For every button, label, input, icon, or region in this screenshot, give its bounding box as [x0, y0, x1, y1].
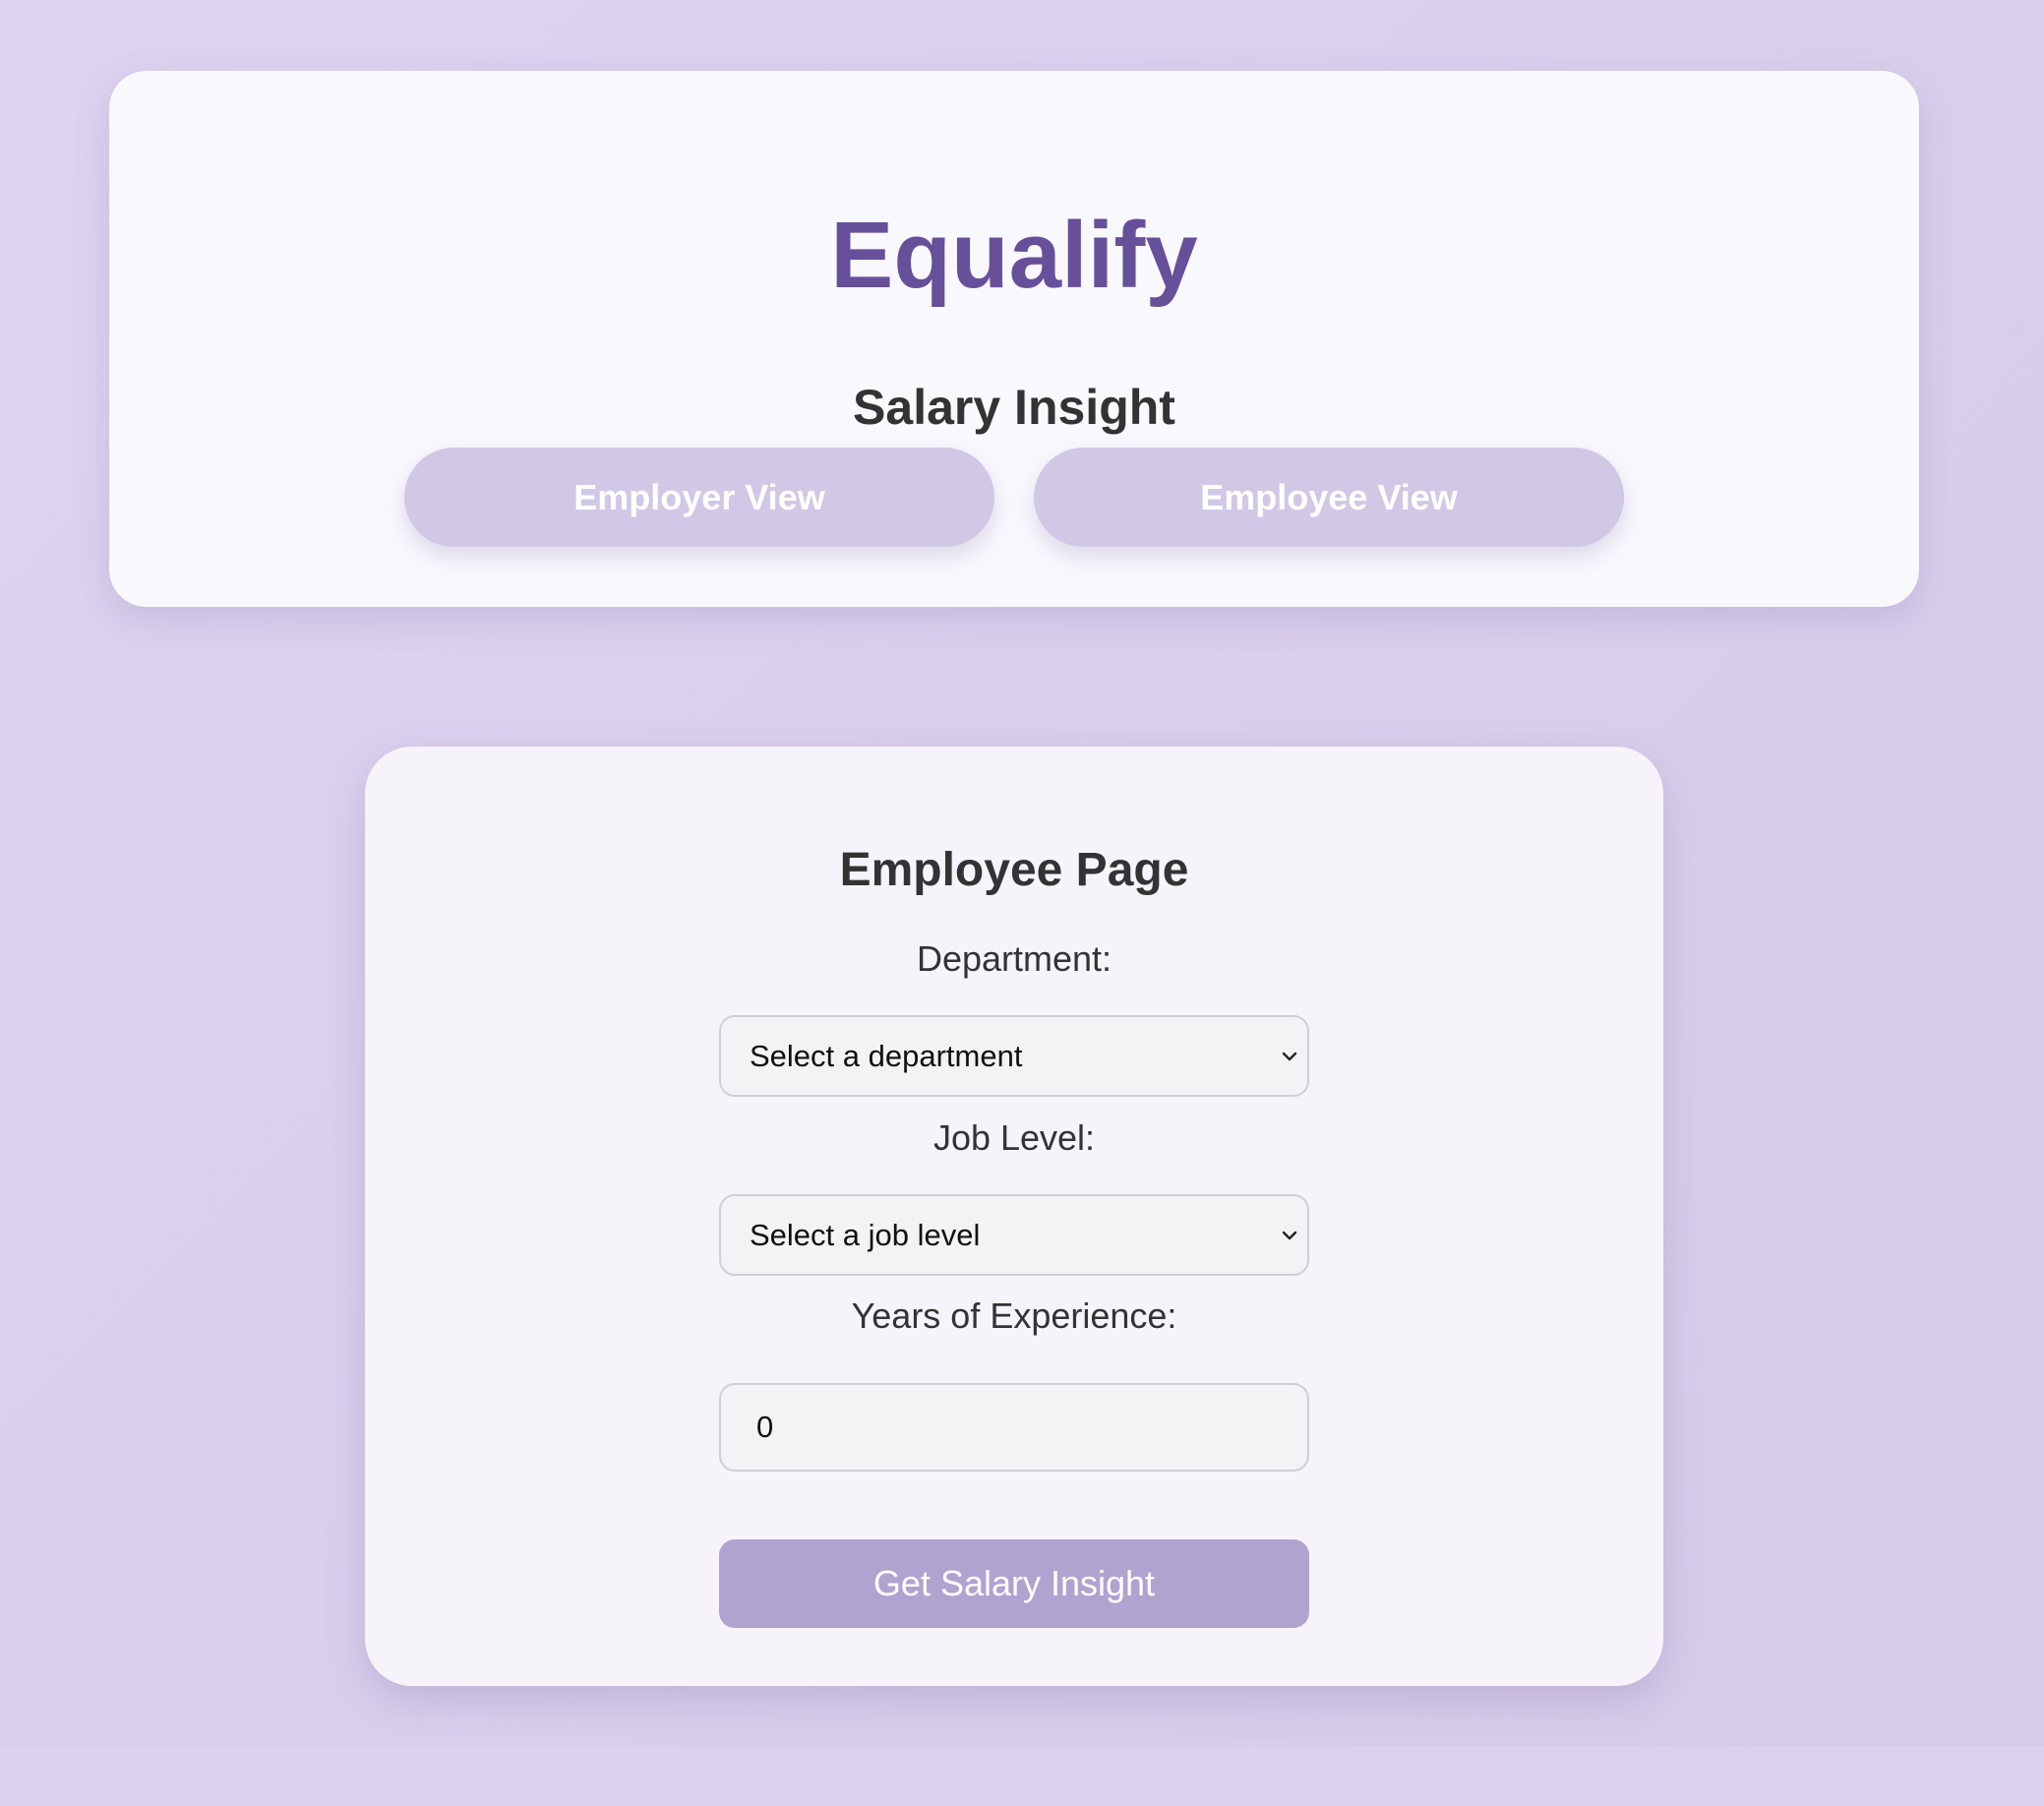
department-select-value: Select a department: [750, 1038, 1023, 1073]
years-experience-input[interactable]: 0: [719, 1383, 1309, 1472]
employee-view-button[interactable]: Employee View: [1034, 448, 1624, 547]
header-card: Equalify Salary Insight: [109, 71, 1919, 607]
app-subtitle: Salary Insight: [853, 380, 1175, 435]
get-salary-insight-button[interactable]: Get Salary Insight: [719, 1539, 1309, 1628]
years-experience-label: Years of Experience:: [851, 1295, 1177, 1336]
page-footer-band: [0, 1747, 2044, 1806]
employer-view-button[interactable]: Employer View: [404, 448, 994, 547]
app-title: Equalify: [830, 203, 1198, 308]
department-label: Department:: [916, 938, 1112, 979]
chevron-down-icon: [1282, 1052, 1297, 1060]
employee-form-card: Employee Page Department: Select a depar…: [365, 747, 1663, 1686]
job-level-label: Job Level:: [932, 1117, 1096, 1158]
job-level-select[interactable]: Select a job level: [719, 1194, 1309, 1276]
department-select[interactable]: Select a department: [719, 1015, 1309, 1097]
job-level-select-value: Select a job level: [750, 1217, 981, 1252]
chevron-down-icon: [1282, 1231, 1297, 1239]
page-title: Employee Page: [839, 844, 1189, 896]
